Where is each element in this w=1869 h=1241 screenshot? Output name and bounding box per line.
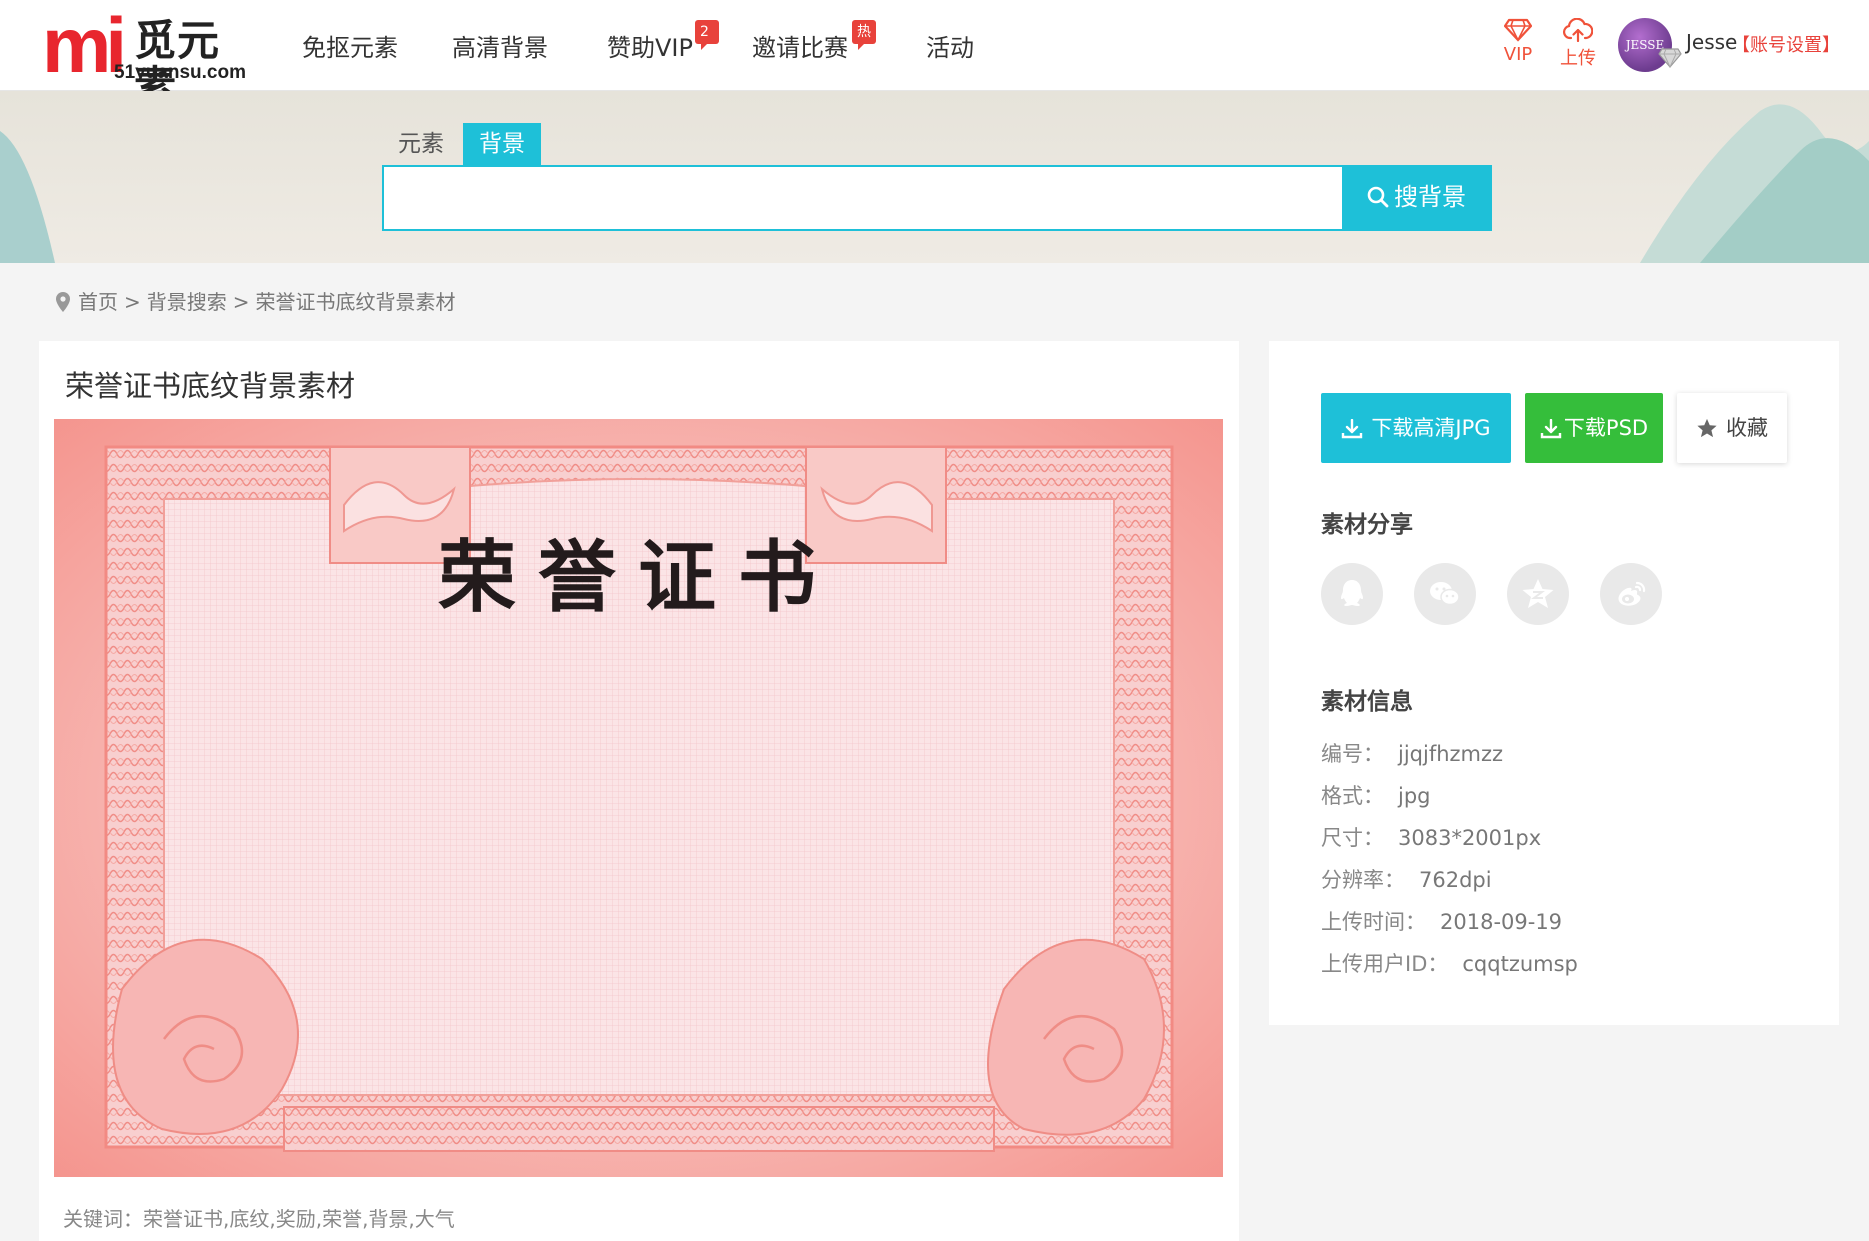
info-value: 762dpi: [1419, 868, 1492, 892]
info-label: 分辨率：: [1321, 868, 1405, 892]
wechat-icon: [1430, 582, 1460, 606]
search-tab-elements[interactable]: 元素: [382, 123, 460, 165]
logo-domain: 51yuansu.com: [114, 62, 246, 83]
download-jpg-button[interactable]: 下载高清JPG: [1321, 393, 1511, 463]
certificate-artwork: 荣誉证书: [54, 419, 1223, 1177]
favorite-button[interactable]: 收藏: [1677, 393, 1787, 463]
search-banner: 元素 背景 搜背景: [0, 91, 1869, 263]
breadcrumb-home[interactable]: 首页: [78, 290, 118, 314]
info-value: cqqtzumsp: [1462, 952, 1578, 976]
favorite-label: 收藏: [1726, 416, 1768, 440]
search-tab-backgrounds[interactable]: 背景: [463, 123, 541, 165]
nav-item-backgrounds[interactable]: 高清背景: [452, 28, 548, 63]
keywords: 关键词：荣誉证书,底纹,奖励,荣誉,背景,大气: [63, 1203, 455, 1232]
upload-link[interactable]: 上传: [1558, 18, 1598, 70]
qq-icon: [1341, 580, 1363, 606]
diamond-icon: [1504, 18, 1532, 42]
location-pin-icon: [56, 292, 70, 312]
preview-image: 荣誉证书: [54, 419, 1223, 1177]
download-psd-label: 下载PSD: [1563, 416, 1649, 440]
qzone-icon: [1522, 579, 1554, 608]
info-section-title: 素材信息: [1321, 689, 1413, 715]
info-label: 尺寸：: [1321, 826, 1384, 850]
nav-item-activity[interactable]: 活动: [926, 28, 974, 63]
search-button[interactable]: 搜背景: [1342, 167, 1490, 229]
keywords-label: 关键词：: [63, 1207, 143, 1231]
vip-gem-icon: [1658, 48, 1682, 68]
share-qq[interactable]: [1321, 563, 1383, 625]
info-row-id: 编号： jjqjfhzmzz: [1321, 738, 1503, 768]
info-value: jpg: [1398, 784, 1431, 808]
download-icon: [1342, 418, 1363, 439]
site-logo[interactable]: mi 觅元素 51yuansu.com: [42, 1, 262, 110]
vip-link[interactable]: VIP: [1500, 18, 1536, 65]
asset-card: 荣誉证书底纹背景素材 荣誉证书 关键词：荣誉证书,底纹,奖励,荣誉,背景,大气: [39, 341, 1239, 1241]
info-row-resolution: 分辨率： 762dpi: [1321, 864, 1492, 894]
info-label: 格式：: [1321, 784, 1384, 808]
info-value: 2018-09-19: [1440, 910, 1563, 934]
asset-sidebar: 下载高清JPG 下载PSD 收藏 素材分享 素材信息 编号： jjqjfhzmzz…: [1269, 341, 1839, 1025]
breadcrumb-bg-search[interactable]: 背景搜索: [147, 290, 227, 314]
breadcrumb-separator: >: [124, 290, 141, 314]
breadcrumb: 首页 > 背景搜索 > 荣誉证书底纹背景素材: [56, 286, 456, 315]
nav-item-vip[interactable]: 赞助VIP: [607, 28, 693, 63]
certificate-heading: 荣誉证书: [438, 532, 838, 623]
info-row-uploader-id: 上传用户ID： cqqtzumsp: [1321, 948, 1578, 978]
cloud-upload-icon: [1563, 18, 1593, 42]
share-weibo[interactable]: [1600, 563, 1662, 625]
breadcrumb-current: 荣誉证书底纹背景素材: [255, 290, 456, 314]
nav-item-cutout[interactable]: 免抠元素: [302, 28, 398, 63]
search-button-label: 搜背景: [1394, 184, 1466, 211]
upload-label: 上传: [1560, 48, 1596, 69]
share-qzone[interactable]: [1507, 563, 1569, 625]
download-jpg-label: 下载高清JPG: [1371, 416, 1491, 440]
download-psd-button[interactable]: 下载PSD: [1525, 393, 1663, 463]
info-value: jjqjfhzmzz: [1398, 742, 1504, 766]
nav-item-contest[interactable]: 邀请比赛: [752, 28, 848, 63]
top-header: mi 觅元素 51yuansu.com 免抠元素 高清背景 赞助VIP 2折 邀…: [0, 0, 1869, 110]
info-row-size: 尺寸： 3083*2001px: [1321, 822, 1541, 852]
info-label: 上传时间：: [1321, 910, 1426, 934]
page-title: 荣誉证书底纹背景素材: [65, 369, 356, 403]
star-icon: [1697, 418, 1717, 438]
keywords-list[interactable]: 荣誉证书,底纹,奖励,荣誉,背景,大气: [143, 1207, 455, 1231]
discount-badge: 2折: [695, 20, 719, 64]
hot-badge: 热: [852, 20, 876, 50]
search-box: 搜背景: [382, 165, 1492, 231]
info-row-format: 格式： jpg: [1321, 780, 1431, 810]
breadcrumb-separator: >: [232, 290, 250, 314]
info-row-upload-time: 上传时间： 2018-09-19: [1321, 906, 1562, 936]
info-label: 编号：: [1321, 742, 1384, 766]
username[interactable]: Jesse: [1686, 30, 1737, 54]
account-settings-link[interactable]: 【账号设置】: [1732, 31, 1840, 57]
download-icon: [1540, 418, 1562, 439]
weibo-icon: [1618, 581, 1646, 606]
logo-mark: mi: [42, 1, 127, 89]
share-section-title: 素材分享: [1321, 512, 1413, 538]
search-input[interactable]: [384, 167, 1342, 229]
info-value: 3083*2001px: [1398, 826, 1542, 850]
vip-label: VIP: [1503, 44, 1533, 65]
share-wechat[interactable]: [1414, 563, 1476, 625]
search-icon: [1367, 186, 1389, 208]
info-label: 上传用户ID：: [1321, 952, 1449, 976]
